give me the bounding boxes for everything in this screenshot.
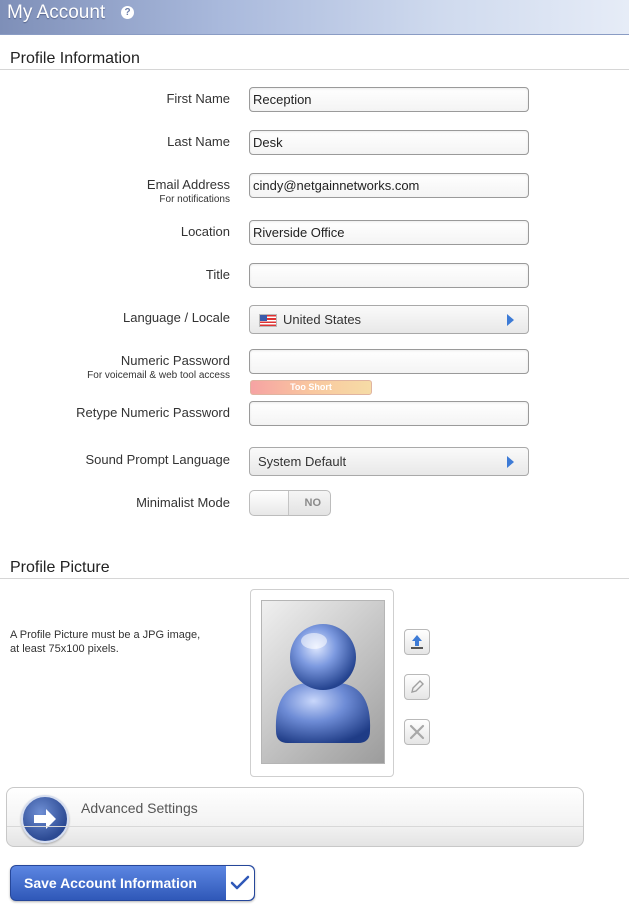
- minimalist-label: Minimalist Mode: [136, 495, 230, 510]
- email-input[interactable]: [249, 173, 529, 198]
- profile-picture-frame: [250, 589, 394, 777]
- divider: [0, 69, 629, 70]
- first-name-label: First Name: [166, 91, 230, 106]
- avatar: [261, 600, 385, 764]
- delete-picture-button[interactable]: [404, 719, 430, 745]
- first-name-input[interactable]: [249, 87, 529, 112]
- picture-note-line2: at least 75x100 pixels.: [10, 643, 119, 655]
- email-sublabel: For notifications: [159, 194, 230, 205]
- retype-password-label: Retype Numeric Password: [76, 405, 230, 420]
- save-account-button[interactable]: Save Account Information: [10, 865, 255, 901]
- page-header: My Account ?: [0, 0, 629, 35]
- picture-section-title: Profile Picture: [10, 559, 110, 576]
- last-name-label: Last Name: [167, 134, 230, 149]
- dropdown-arrow-icon: [507, 314, 514, 326]
- locale-value: United States: [283, 312, 362, 327]
- email-label: Email Address For notifications: [147, 177, 230, 205]
- numeric-password-label: Numeric Password For voicemail & web too…: [87, 353, 230, 381]
- close-icon: [409, 724, 425, 740]
- retype-password-input[interactable]: [249, 401, 529, 426]
- location-label: Location: [180, 224, 230, 239]
- locale-select[interactable]: United States: [249, 305, 529, 334]
- check-icon: [230, 875, 250, 890]
- help-icon[interactable]: ?: [121, 6, 134, 19]
- user-silhouette-icon: [275, 624, 371, 743]
- divider: [7, 826, 583, 827]
- profile-section-title: Profile Information: [10, 50, 140, 67]
- upload-picture-button[interactable]: [404, 629, 430, 655]
- picture-note-line1: A Profile Picture must be a JPG image,: [10, 629, 201, 641]
- minimalist-toggle[interactable]: NO: [249, 490, 331, 516]
- numeric-password-input[interactable]: [249, 349, 529, 374]
- sound-prompt-value: System Default: [258, 454, 347, 469]
- pencil-icon: [411, 680, 424, 693]
- arrow-right-icon: [21, 795, 69, 843]
- page-title: My Account: [7, 2, 106, 23]
- edit-picture-button[interactable]: [404, 674, 430, 700]
- last-name-input[interactable]: [249, 130, 529, 155]
- title-label: Title: [205, 267, 230, 282]
- upload-icon: [411, 635, 423, 649]
- toggle-state: NO: [304, 497, 322, 509]
- advanced-settings-bar[interactable]: Advanced Settings: [6, 787, 584, 847]
- advanced-settings-label: Advanced Settings: [81, 800, 198, 816]
- location-input[interactable]: [249, 220, 529, 245]
- locale-label: Language / Locale: [123, 310, 230, 325]
- numeric-password-label-text: Numeric Password: [120, 353, 230, 368]
- toggle-knob: [250, 491, 289, 515]
- email-label-text: Email Address: [146, 177, 230, 192]
- dropdown-arrow-icon: [507, 456, 514, 468]
- check-icon-wrap: [226, 866, 254, 900]
- picture-note: A Profile Picture must be a JPG image, a…: [10, 628, 240, 656]
- divider: [0, 578, 629, 579]
- sound-prompt-label: Sound Prompt Language: [85, 452, 230, 467]
- sound-prompt-select[interactable]: System Default: [249, 447, 529, 476]
- numeric-password-sublabel: For voicemail & web tool access: [87, 370, 230, 381]
- title-input[interactable]: [249, 263, 529, 288]
- us-flag-icon: [259, 314, 277, 327]
- password-strength-meter: Too Short: [250, 380, 372, 395]
- save-button-label: Save Account Information: [24, 875, 197, 891]
